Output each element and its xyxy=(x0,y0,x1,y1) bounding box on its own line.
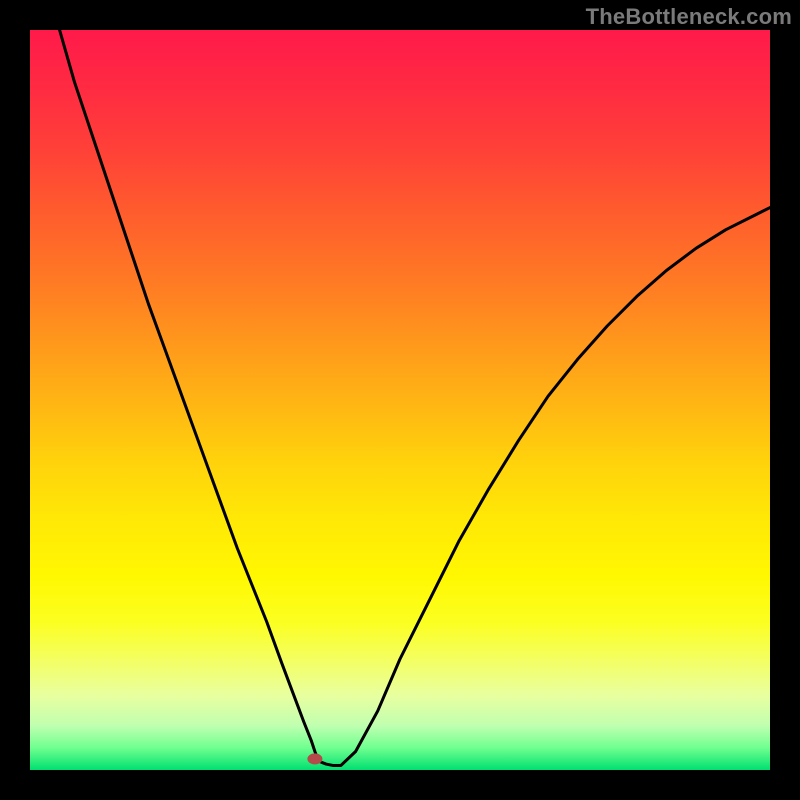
bottleneck-curve xyxy=(60,30,770,766)
chart-frame: TheBottleneck.com xyxy=(0,0,800,800)
optimum-marker xyxy=(308,754,322,764)
watermark-text: TheBottleneck.com xyxy=(586,4,792,30)
plot-area xyxy=(30,30,770,770)
chart-svg xyxy=(30,30,770,770)
